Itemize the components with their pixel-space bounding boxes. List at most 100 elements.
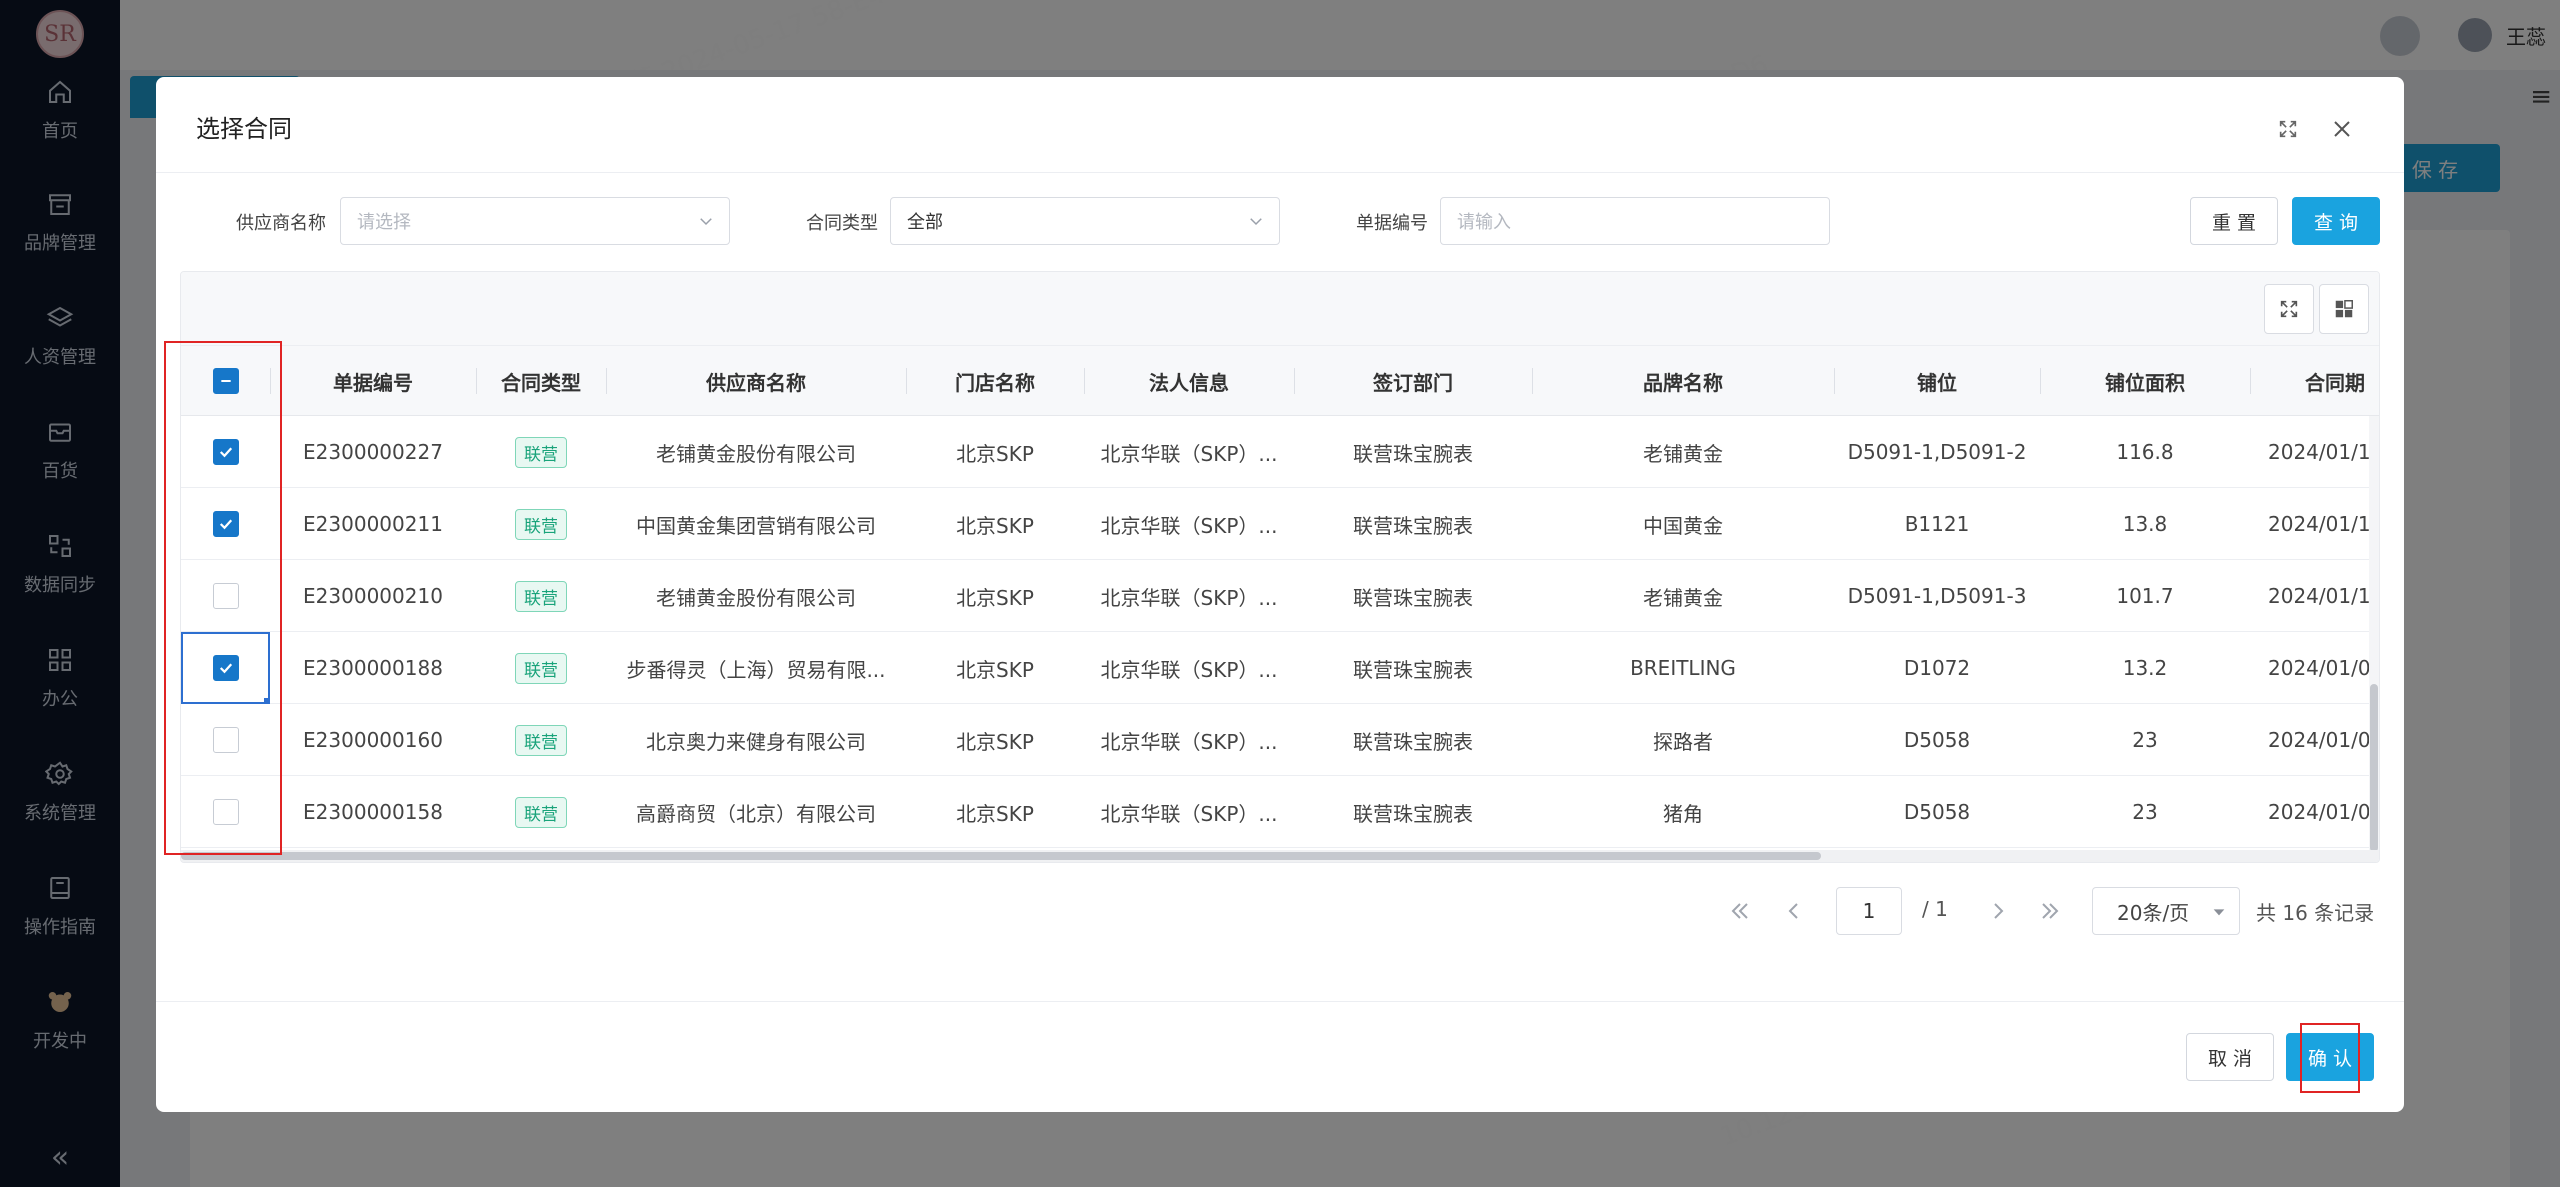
page-size-select[interactable]: 20条/页 — [2092, 887, 2240, 935]
cell-area: 23 — [2132, 800, 2158, 824]
doc-no-input[interactable]: 请输入 — [1440, 197, 1830, 245]
cancel-button[interactable]: 取 消 — [2186, 1033, 2274, 1081]
vertical-scrollbar[interactable] — [2369, 416, 2379, 852]
pagination: 1 / 1 20条/页 共 16 条记录 — [1726, 887, 2386, 935]
cell-date: 2024/01/0 — [2268, 728, 2371, 752]
cell-legal: 北京华联（SKP）... — [1100, 729, 1278, 754]
cell-booth: D5091-1,D5091-3 — [1847, 584, 2027, 608]
supplier-label: 供应商名称 — [236, 213, 326, 234]
cell-dept: 联营珠宝腕表 — [1353, 513, 1473, 538]
table-row[interactable]: E2300000210 联营 老铺黄金股份有限公司 北京SKP 北京华联（SKP）...… — [181, 560, 2379, 632]
cell-store: 北京SKP — [956, 801, 1034, 826]
close-icon[interactable] — [2326, 113, 2358, 145]
contract-type-value: 全部 — [907, 212, 943, 233]
cell-legal: 北京华联（SKP）... — [1100, 513, 1278, 538]
page-number-input[interactable]: 1 — [1836, 887, 1902, 935]
cell-brand: 老铺黄金 — [1643, 585, 1723, 610]
cell-brand: 猪角 — [1663, 801, 1703, 826]
column-header-type[interactable]: 合同类型 — [476, 346, 606, 416]
expand-table-icon[interactable] — [2264, 284, 2314, 334]
doc-no-placeholder: 请输入 — [1457, 212, 1511, 233]
cell-type: 联营 — [476, 704, 606, 776]
cell-doc_no: E2300000160 — [303, 728, 443, 752]
horizontal-scroll-thumb[interactable] — [181, 852, 1821, 860]
cell-store: 北京SKP — [956, 657, 1034, 682]
column-header-brand[interactable]: 品牌名称 — [1532, 346, 1834, 416]
last-page-icon[interactable] — [2036, 897, 2064, 925]
chevron-down-icon — [1250, 218, 1262, 226]
fullscreen-icon[interactable] — [2272, 113, 2304, 145]
cell-date: 2024/01/1 — [2268, 512, 2371, 536]
contract-type-select[interactable]: 全部 — [890, 197, 1280, 245]
cell-supplier: 老铺黄金股份有限公司 — [656, 441, 856, 466]
next-page-icon[interactable] — [1984, 897, 2012, 925]
column-header-area[interactable]: 铺位面积 — [2040, 346, 2250, 416]
cell-dept: 联营珠宝腕表 — [1353, 657, 1473, 682]
contract-type-tag: 联营 — [515, 436, 567, 468]
cell-store: 北京SKP — [956, 729, 1034, 754]
table-row[interactable]: E2300000211 联营 中国黄金集团营销有限公司 北京SKP 北京华联（SKP）.… — [181, 488, 2379, 560]
prev-page-icon[interactable] — [1780, 897, 1808, 925]
cell-area: 13.8 — [2122, 512, 2168, 536]
first-page-icon[interactable] — [1726, 897, 1754, 925]
cell-doc_no: E2300000158 — [303, 800, 443, 824]
cell-brand: 老铺黄金 — [1643, 441, 1723, 466]
cell-legal: 北京华联（SKP）... — [1100, 585, 1278, 610]
cell-area: 116.8 — [2116, 440, 2174, 464]
page-size-value: 20条/页 — [2117, 900, 2190, 925]
table-row[interactable]: E2300000160 联营 北京奥力来健身有限公司 北京SKP 北京华联（SKP）..… — [181, 704, 2379, 776]
column-header-doc_no[interactable]: 单据编号 — [270, 346, 476, 416]
cell-dept: 联营珠宝腕表 — [1353, 801, 1473, 826]
column-header-supplier[interactable]: 供应商名称 — [606, 346, 906, 416]
cell-supplier: 北京奥力来健身有限公司 — [646, 729, 866, 754]
cell-type: 联营 — [476, 560, 606, 632]
cell-type: 联营 — [476, 632, 606, 704]
cell-supplier: 步番得灵（上海）贸易有限... — [626, 657, 886, 682]
cell-doc_no: E2300000227 — [303, 440, 443, 464]
column-header-date[interactable]: 合同期 — [2250, 346, 2379, 416]
cell-doc_no: E2300000188 — [303, 656, 443, 680]
table-row[interactable]: E2300000227 联营 老铺黄金股份有限公司 北京SKP 北京华联（SKP）...… — [181, 416, 2379, 488]
cell-doc_no: E2300000211 — [303, 512, 443, 536]
table-header: 单据编号 合同类型 供应商名称 门店名称 法人信息 签订部门 品牌名称 铺位 铺位面积 合同期 — [181, 346, 2379, 416]
supplier-placeholder: 请选择 — [357, 212, 411, 233]
cell-type: 联营 — [476, 776, 606, 848]
column-header-legal[interactable]: 法人信息 — [1084, 346, 1294, 416]
select-contract-dialog: 选择合同 供应商名称 请选择 合同类型 全部 单据编号 请输入 重 置 查 询 — [156, 77, 2404, 1112]
cell-store: 北京SKP — [956, 585, 1034, 610]
cell-legal: 北京华联（SKP）... — [1100, 441, 1278, 466]
cell-date: 2024/01/1 — [2268, 440, 2371, 464]
doc-no-label: 单据编号 — [1356, 213, 1428, 234]
column-header-store[interactable]: 门店名称 — [906, 346, 1084, 416]
cell-doc_no: E2300000210 — [303, 584, 443, 608]
query-button[interactable]: 查 询 — [2292, 197, 2380, 245]
total-pages: / 1 — [1922, 897, 1948, 921]
confirm-button-highlight — [2300, 1023, 2360, 1093]
contract-type-tag: 联营 — [515, 796, 567, 828]
cell-store: 北京SKP — [956, 513, 1034, 538]
cell-type: 联营 — [476, 488, 606, 560]
table-toolbar — [181, 272, 2379, 346]
cell-store: 北京SKP — [956, 441, 1034, 466]
cell-brand: BREITLING — [1630, 656, 1736, 680]
table-row[interactable]: E2300000188 联营 步番得灵（上海）贸易有限... 北京SKP 北京华联（SK… — [181, 632, 2379, 704]
reset-button[interactable]: 重 置 — [2190, 197, 2278, 245]
column-header-dept[interactable]: 签订部门 — [1294, 346, 1532, 416]
contract-type-tag: 联营 — [515, 652, 567, 684]
footer-divider — [156, 1001, 2404, 1002]
cell-area: 101.7 — [2116, 584, 2174, 608]
cell-area: 23 — [2132, 728, 2158, 752]
cell-supplier: 中国黄金集团营销有限公司 — [636, 513, 876, 538]
cell-legal: 北京华联（SKP）... — [1100, 801, 1278, 826]
column-settings-icon[interactable] — [2319, 284, 2369, 334]
cell-date: 2024/01/0 — [2268, 800, 2371, 824]
cell-booth: B1121 — [1904, 512, 1970, 536]
supplier-select[interactable]: 请选择 — [340, 197, 730, 245]
horizontal-scrollbar[interactable] — [181, 850, 2379, 862]
cell-dept: 联营珠宝腕表 — [1353, 585, 1473, 610]
column-header-booth[interactable]: 铺位 — [1834, 346, 2040, 416]
cell-date: 2024/01/0 — [2268, 656, 2371, 680]
checkbox-column-highlight — [164, 341, 282, 855]
table-row[interactable]: E2300000158 联营 高爵商贸（北京）有限公司 北京SKP 北京华联（SKP）.… — [181, 776, 2379, 848]
vertical-scroll-thumb[interactable] — [2370, 684, 2378, 852]
